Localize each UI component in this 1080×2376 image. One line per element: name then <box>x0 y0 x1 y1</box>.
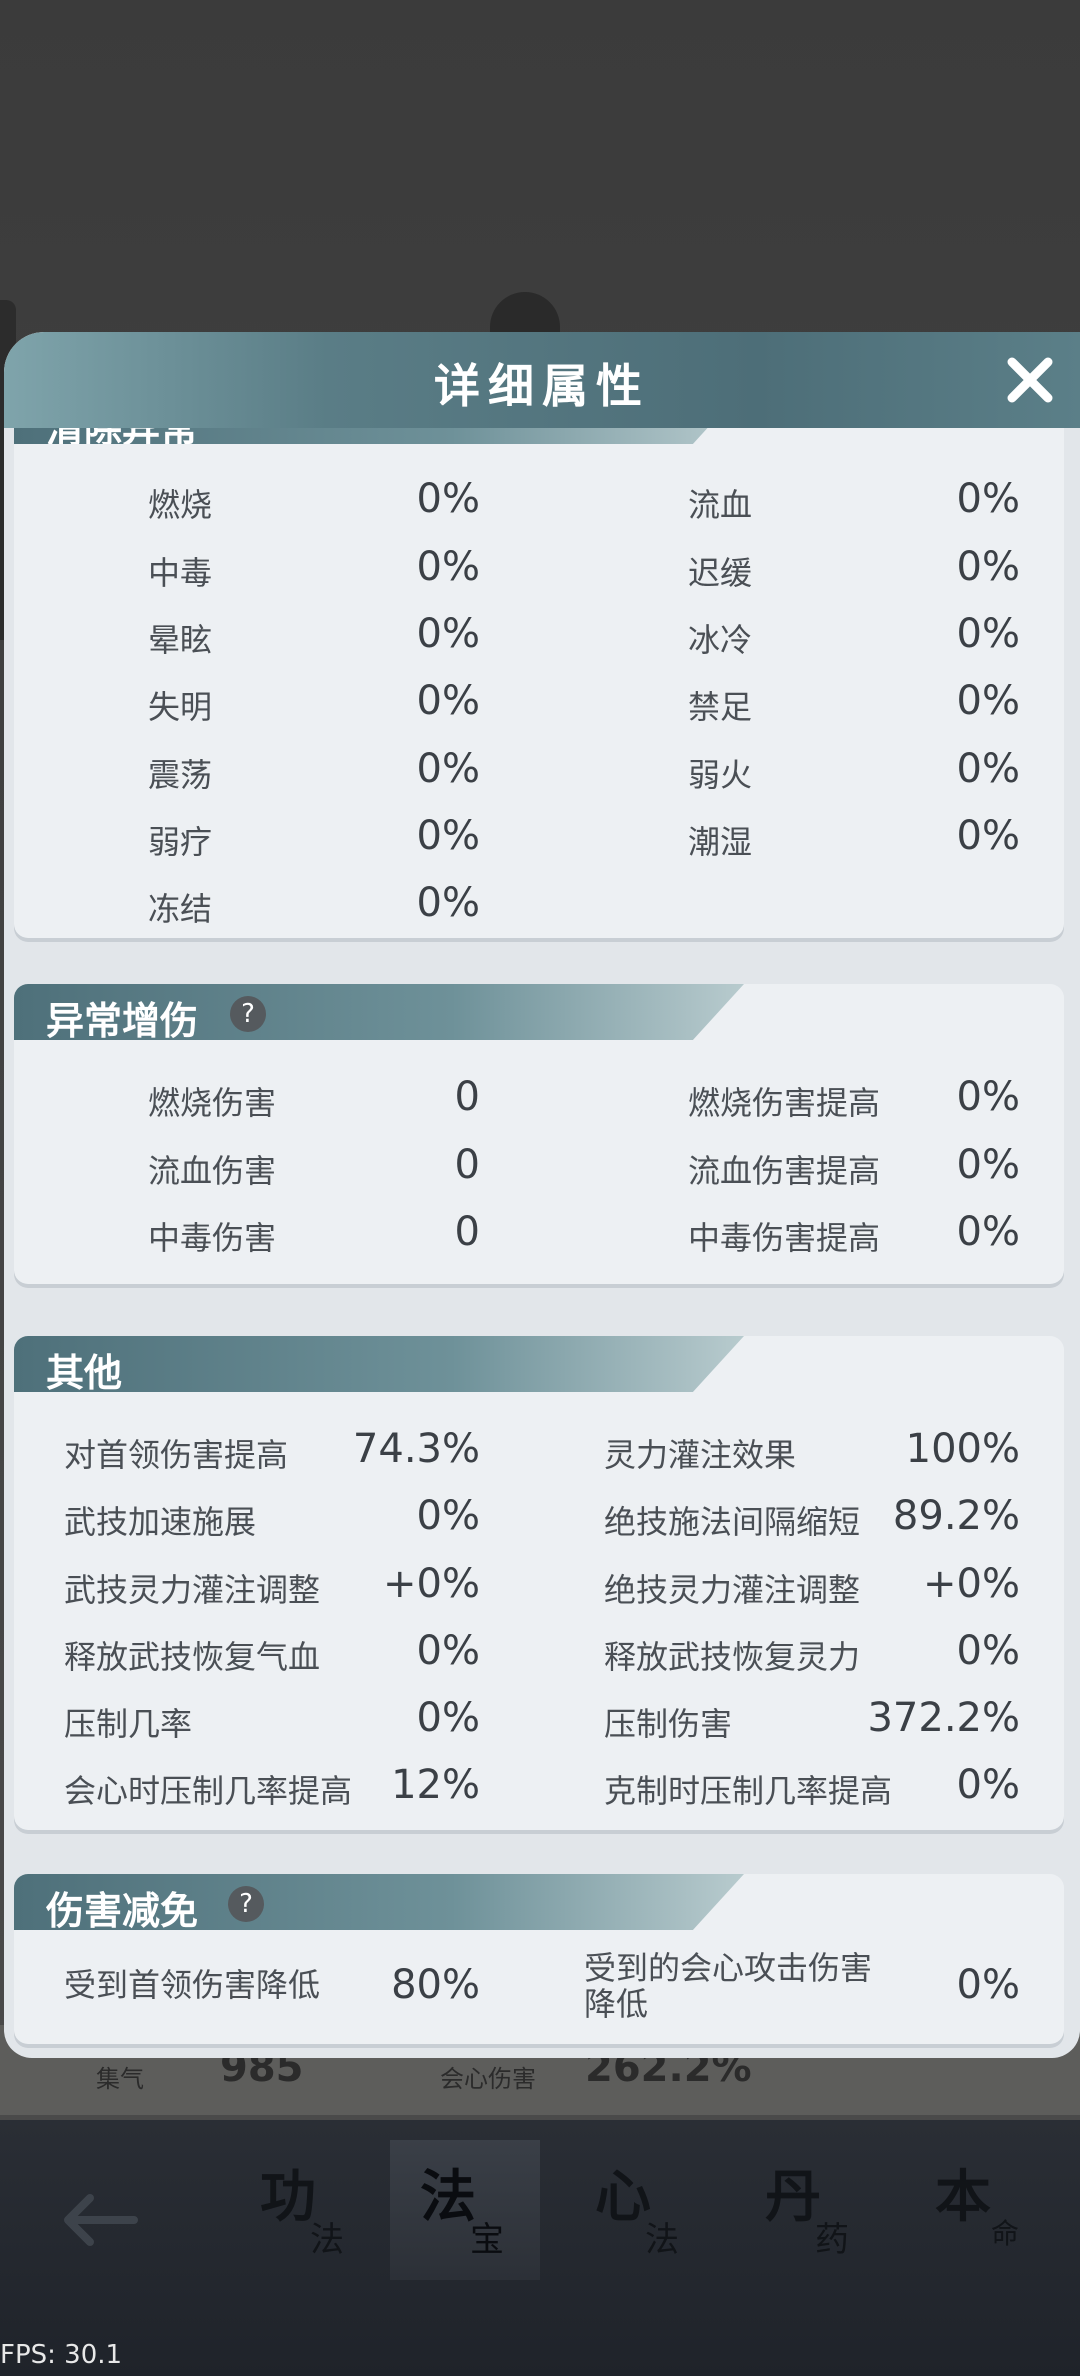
tab-small-char: 法 <box>645 2220 679 2260</box>
tab-big-char: 丹 <box>765 2164 821 2230</box>
tab-big-char: 心 <box>595 2164 651 2230</box>
stat-value: 0% <box>416 813 480 859</box>
tab-big-char: 功 <box>260 2164 316 2230</box>
stat-label: 冰冷 <box>688 621 753 659</box>
stat-value: 0% <box>956 1762 1020 1808</box>
stat-value: 0% <box>956 678 1020 724</box>
help-icon[interactable]: ? <box>230 996 266 1032</box>
stat-label: 弱疗 <box>148 823 213 861</box>
stat-label: 武技加速施展 <box>64 1503 257 1541</box>
back-arrow-icon <box>64 2194 138 2246</box>
damage-reduction-header: 伤害减免 ? <box>14 1874 744 1930</box>
tab-big-char: 法 <box>420 2164 476 2230</box>
detail-attributes-panel: 详细属性 清除异常 燃烧 0% 中毒 0% 晕眩 0% 失明 0% 震荡 0% <box>4 332 1080 2058</box>
stat-label: 禁足 <box>688 688 753 726</box>
stat-value: 0% <box>416 611 480 657</box>
stat-label: 燃烧 <box>148 486 213 524</box>
panel-title: 详细属性 <box>434 359 650 413</box>
stat-label: 弱火 <box>688 756 753 794</box>
close-icon <box>1007 357 1053 403</box>
stat-label: 中毒 <box>148 554 213 592</box>
damage-reduction-card: 伤害减免 ? 受到首领伤害降低 80% 受到的会心攻击伤害降低 0% <box>14 1874 1064 2044</box>
tab-fabao[interactable]: 法 宝 <box>390 2140 540 2280</box>
stat-value: 0% <box>956 1628 1020 1674</box>
stat-label: 压制几率 <box>64 1705 193 1743</box>
stat-value: 0% <box>956 746 1020 792</box>
stat-value: 0% <box>416 678 480 724</box>
stat-value: 0% <box>416 880 480 926</box>
tab-small-char: 法 <box>310 2220 344 2260</box>
help-icon[interactable]: ? <box>228 1886 264 1922</box>
stat-label: 失明 <box>148 688 213 726</box>
panel-header: 详细属性 <box>4 332 1080 428</box>
stat-value: 0 <box>454 1074 480 1120</box>
damage-reduction-title: 伤害减免 <box>46 1889 199 1933</box>
abnormal-status-header: 清除异常 <box>14 428 744 444</box>
qi-label: 集气 <box>96 2065 144 2093</box>
stat-value: 0% <box>956 476 1020 522</box>
tab-danyao[interactable]: 丹 药 <box>735 2140 885 2280</box>
stat-value: 0% <box>956 1074 1020 1120</box>
stat-value: 0% <box>956 813 1020 859</box>
abnormal-damage-card: 异常增伤 ? 燃烧伤害 0 流血伤害 0 中毒伤害 0 燃烧伤害提高 0% 流血… <box>14 984 1064 1284</box>
stat-value: 0% <box>956 1962 1020 2008</box>
stat-value: 0% <box>416 544 480 590</box>
back-button[interactable] <box>40 2170 160 2270</box>
tab-small-char: 命 <box>991 2217 1020 2250</box>
stat-label: 流血伤害 <box>148 1152 277 1190</box>
stat-label: 晕眩 <box>148 621 213 659</box>
stat-value: 0% <box>956 1209 1020 1255</box>
stat-value: 80% <box>391 1962 480 2008</box>
abnormal-damage-title: 异常增伤 <box>46 999 199 1043</box>
stat-value: +0% <box>383 1561 480 1607</box>
stat-value: +0% <box>923 1561 1020 1607</box>
abnormal-status-card: 清除异常 燃烧 0% 中毒 0% 晕眩 0% 失明 0% 震荡 0% 弱疗 0%… <box>14 428 1064 938</box>
other-card: 其他 对首领伤害提高 74.3% 武技加速施展 0% 武技灵力灌注调整 +0% … <box>14 1336 1064 1830</box>
stat-label: 流血 <box>688 486 753 524</box>
stat-value: 89.2% <box>892 1493 1020 1539</box>
stat-value: 100% <box>905 1426 1020 1472</box>
stat-value: 372.2% <box>867 1695 1020 1741</box>
stat-label: 压制伤害 <box>604 1705 733 1743</box>
tab-gongfa[interactable]: 功 法 <box>230 2140 380 2280</box>
stat-value: 0% <box>416 476 480 522</box>
stat-value: 0% <box>956 544 1020 590</box>
stat-label: 中毒伤害 <box>148 1219 277 1257</box>
tab-benming[interactable]: 本 命 <box>905 2140 1055 2280</box>
stat-value: 0% <box>416 1493 480 1539</box>
stat-value: 0% <box>956 1142 1020 1188</box>
stat-value: 0% <box>416 1695 480 1741</box>
stat-value: 74.3% <box>352 1426 480 1472</box>
stat-label: 迟缓 <box>688 554 753 592</box>
attributes-scroll-area[interactable]: 清除异常 燃烧 0% 中毒 0% 晕眩 0% 失明 0% 震荡 0% 弱疗 0%… <box>4 428 1080 2058</box>
stat-label: 对首领伤害提高 <box>64 1436 289 1474</box>
stat-value: 0 <box>454 1142 480 1188</box>
close-button[interactable] <box>1002 352 1058 408</box>
tab-small-char: 药 <box>815 2220 849 2260</box>
other-header: 其他 <box>14 1336 744 1392</box>
abnormal-status-title: 清除异常 <box>46 428 199 451</box>
stat-value: 0% <box>956 611 1020 657</box>
stat-value: 0 <box>454 1209 480 1255</box>
stat-value: 12% <box>391 1762 480 1808</box>
stat-label: 冻结 <box>148 890 213 928</box>
stat-label: 灵力灌注效果 <box>604 1436 797 1474</box>
stat-label: 潮湿 <box>688 823 753 861</box>
other-title: 其他 <box>46 1351 123 1395</box>
tab-xinfa[interactable]: 心 法 <box>565 2140 715 2280</box>
stat-label: 震荡 <box>148 756 213 794</box>
tab-big-char: 本 <box>935 2164 991 2230</box>
abnormal-damage-header: 异常增伤 ? <box>14 984 744 1040</box>
stat-value: 0% <box>416 1628 480 1674</box>
fps-counter: FPS: 30.1 <box>0 2340 123 2370</box>
tab-small-char: 宝 <box>470 2220 504 2260</box>
stat-label: 燃烧伤害 <box>148 1084 277 1122</box>
stat-value: 0% <box>416 746 480 792</box>
crit-damage-label: 会心伤害 <box>440 2065 536 2093</box>
